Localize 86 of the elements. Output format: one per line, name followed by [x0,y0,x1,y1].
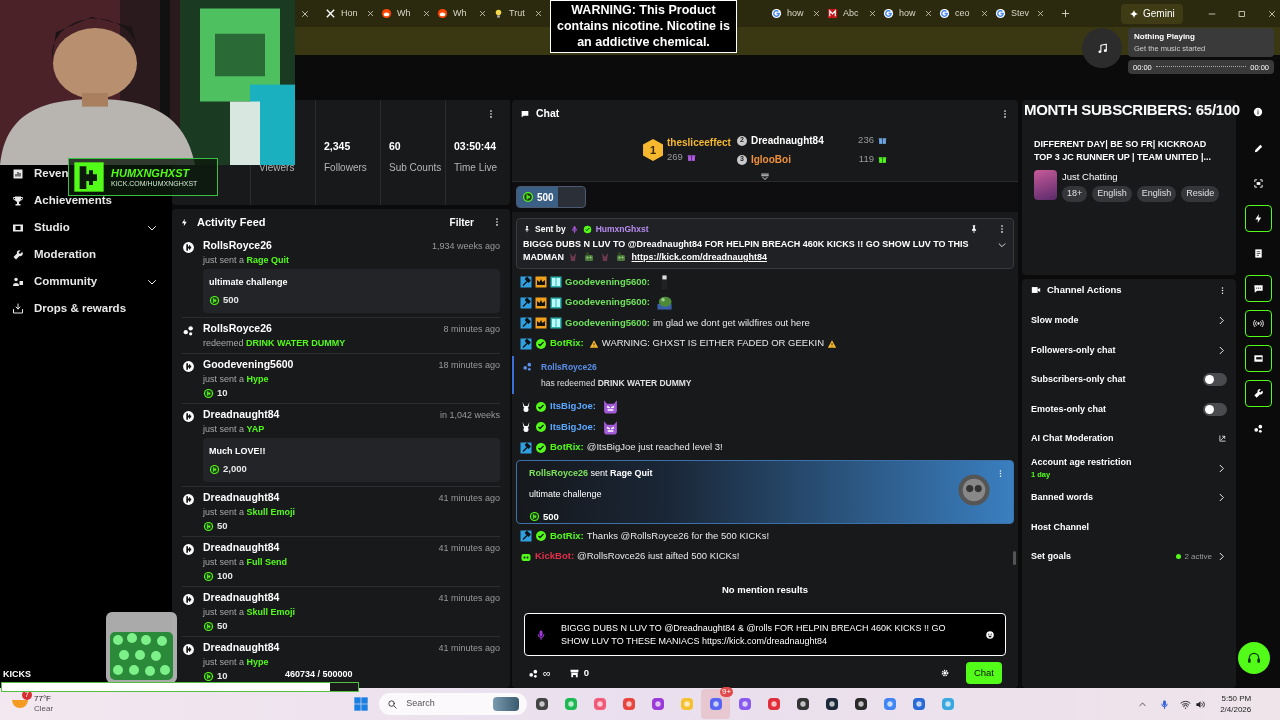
username: ItsBigJoe: [550,399,596,414]
timestamp: 41 minutes ago [438,642,500,654]
event-text: just sent a Hype [203,373,270,385]
kicks-amount: 100 [217,570,233,582]
username: Dreadnaught84 [203,491,280,504]
message-text: im glad we dont get wildfires out here [653,315,810,330]
event-text: just sent a Hype [203,656,270,668]
gift-count: 119 [858,152,874,167]
message-text: ultimate challenge [209,276,289,288]
rank-badge: 1 [643,139,664,161]
points-count: ∞ [543,665,551,681]
event-text: just sent a Rage Quit [203,254,291,266]
message-text: @ItsBigJoe just reached level 3! [586,440,723,455]
status-text: 2 active [1184,550,1212,563]
username: BotRix: [550,440,584,455]
message-text: WARNING: GHXST IS EITHER FADED OR GEEKIN [601,336,824,351]
kicks-amount: 10 [217,670,228,682]
stat-label: Time Live [454,161,498,174]
timestamp: 8 minutes ago [443,323,500,335]
username: RollsRoyce26 [203,322,272,335]
event-text: just sent a Skull Emoji [203,506,297,518]
message-text: ultimate challenge [529,488,603,502]
kicks-amount: 50 [217,620,228,632]
username: Dreadnaught84 [203,591,280,604]
kicks-amount: 2,000 [223,463,247,475]
timestamp: 41 minutes ago [438,492,500,504]
timestamp: 18 minutes ago [438,359,500,371]
stat-label: Sub Counts [389,161,443,174]
message-text: Thanks @RollsRoyce26 for the 500 KICKs! [586,528,770,543]
username: BotRix: [550,336,584,351]
username: Goodevening5600: [565,295,650,310]
logo-text: HUMXNGHXST [111,166,191,179]
username: RollsRoyce26 [541,360,598,374]
gift-count: 236 [858,133,874,148]
gift-count: 269 [667,150,683,165]
username: KickBot: [535,549,575,564]
category-name: Just Chatting [1062,170,1119,184]
panel-title: Activity Feed [197,214,266,230]
warning-label: WARNING: This Product contains nicotine. Nicotine is an addictive chemical. [550,0,737,53]
message-text: Much LOVE!! [209,445,267,457]
panel-title: Channel Actions [1047,282,1122,297]
timestamp: 41 minutes ago [438,542,500,554]
username: RollsRoyce26 [203,239,272,252]
pinned-label: Sent by [535,223,566,236]
timestamp: in 1,042 weeks [439,409,500,421]
kicks-amount: 50 [217,520,228,532]
goal-label: KICKS [3,668,31,681]
pinned-text: BIGGG DUBS N LUV TO @Dreadnaught84 FOR HELPIN BREACH 460K KICKS !! GO SHOW LUV TO THIS MADMAN https://kick.com/dreadnaught84 [523,237,970,264]
event-text: just sent a YAP [203,423,266,435]
stat-value: 2,345 [324,139,352,151]
stat-value: 03:50:44 [454,139,498,151]
stream-title: DIFFERENT DAY| BE SO FR| KICKROAD TOP 3 JC RUNNER UP | TEAM UNITED |... [1034,138,1213,164]
username: HumxnGhxst [595,223,649,236]
event-text: just sent a Skull Emoji [203,606,297,618]
stat-value: 60 [389,139,402,151]
panel-title: Chat [536,106,560,122]
message-text: @RollsRovce26 iust aifted 500 KICKs! [577,549,740,564]
username: Dreadnaught84 [203,541,280,554]
kicks-amount: 500 [223,294,239,306]
temperature-text: 77°F [34,694,52,704]
goal-progress-text: 460734 / 500000 [285,668,353,681]
track-title: Nothing Playing [1134,31,1196,43]
notice-text: No mention results [720,583,809,597]
message-text: has redeemed DRINK WATER DUMMY [541,376,692,390]
timestamp: 1,934 weeks ago [431,240,500,252]
kicks-amount: 500 [543,509,559,524]
event-text: redeemed DRINK WATER DUMMY [203,337,347,349]
event-text: just sent a Full Send [203,556,289,568]
username: Goodevening5600: [565,274,650,289]
stat-label: Followers [324,161,368,174]
username: Goodevening5600: [565,315,650,330]
username: Dreadnaught84 [203,641,280,654]
timestamp: 41 minutes ago [438,592,500,604]
notification-badge: 9+ [720,687,734,697]
weather-text: Clear [34,704,54,714]
gift-title: RollsRoyce26 sent Rage Quit [529,466,653,480]
kicks-amount: 10 [217,387,228,399]
username: Goodevening5600 [203,358,294,371]
subscriber-goal-label: MONTH SUBSCRIBERS: 65/100 [1024,100,1240,120]
username: IglooBoi [750,153,791,167]
store-count: 0 [583,665,590,680]
username: Dreadnaught84 [750,134,824,148]
username: Dreadnaught84 [203,408,280,421]
username: BotRix: [550,528,584,543]
username: ItsBigJoe: [550,419,596,434]
username: thesliceeffect [667,136,731,151]
